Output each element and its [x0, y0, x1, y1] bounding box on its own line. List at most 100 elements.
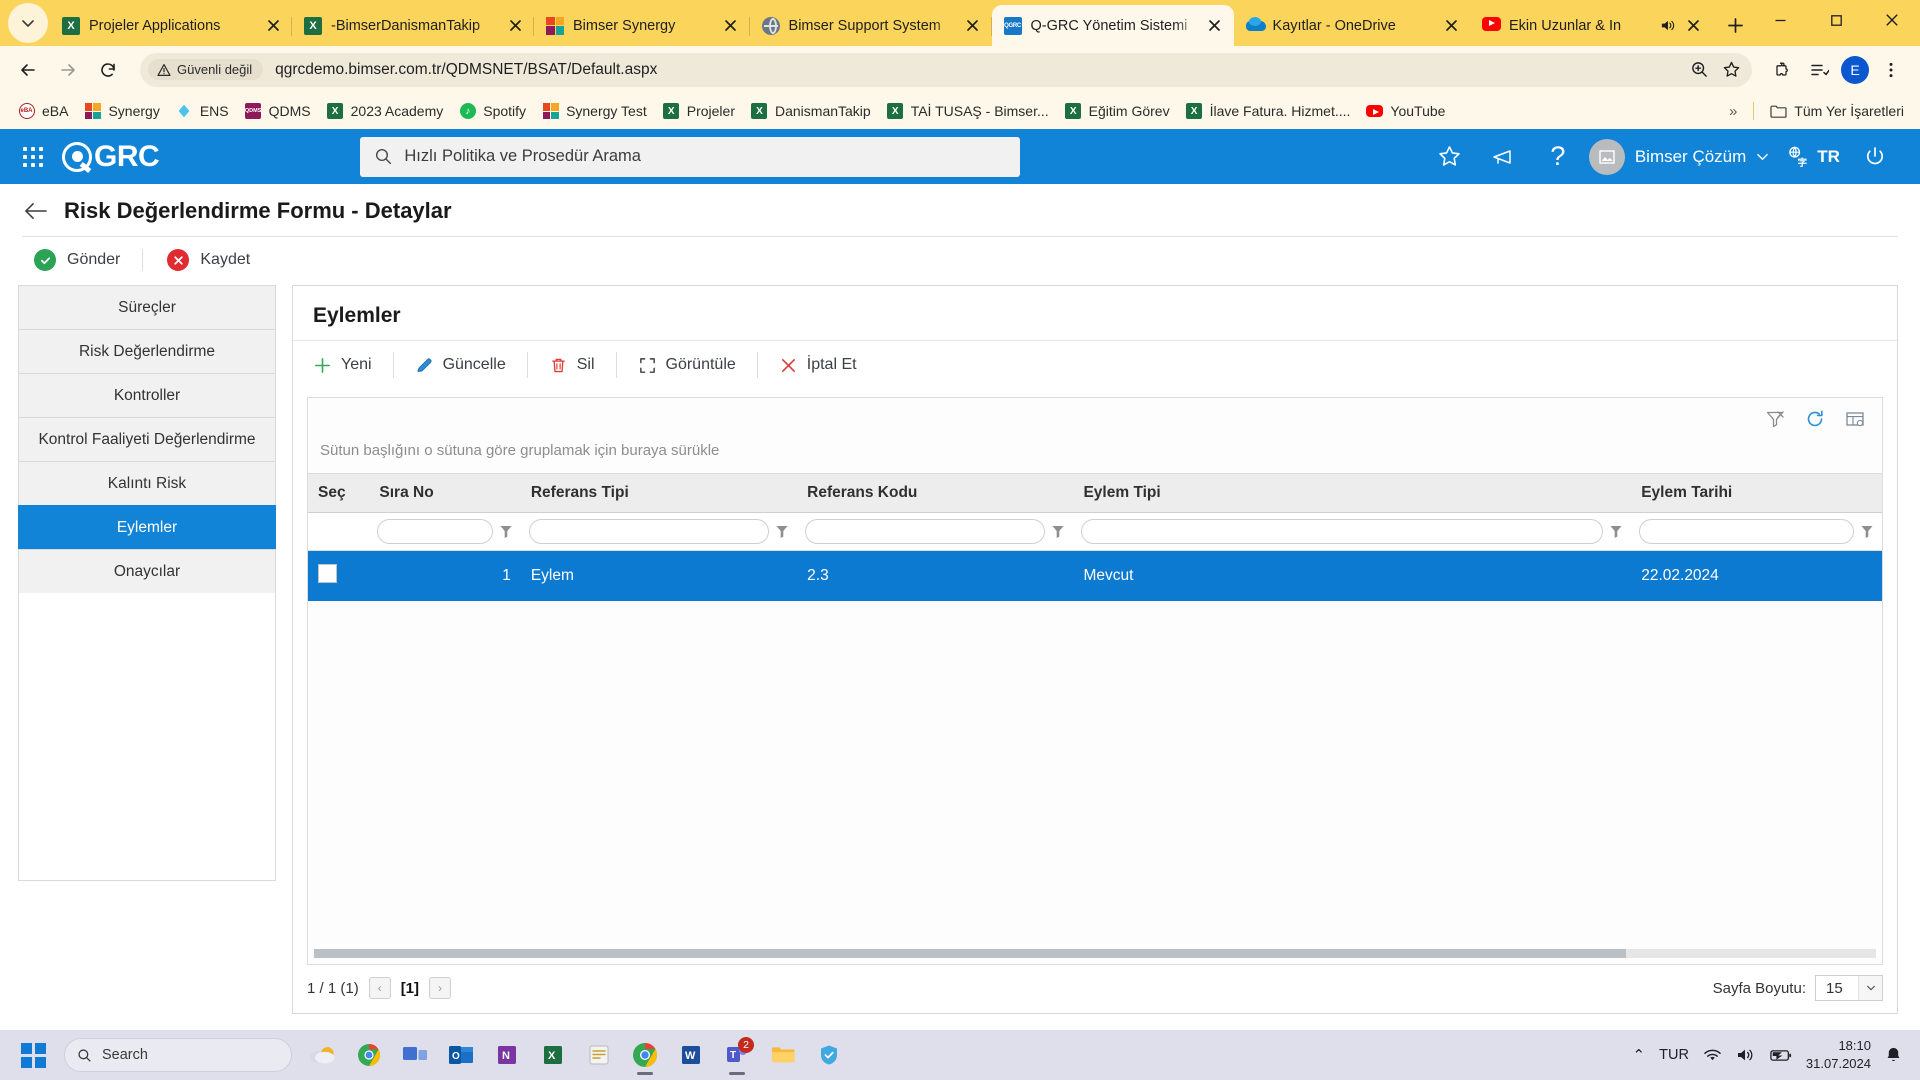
onenote-icon[interactable]: N [484, 1033, 530, 1077]
quick-search-input[interactable]: Hızlı Politika ve Prosedür Arama [360, 136, 1021, 177]
submit-button[interactable]: Gönder [34, 249, 142, 271]
sticky-notes-icon[interactable] [576, 1033, 622, 1077]
address-bar[interactable]: Güvenli değil qgrcdemo.bimser.com.tr/QDM… [140, 52, 1752, 87]
column-header-referans-tipi[interactable]: Referans Tipi [520, 473, 798, 513]
column-header-sira-no[interactable]: Sıra No [369, 473, 521, 513]
current-page-indicator[interactable]: [1] [401, 980, 419, 997]
tab-search-button[interactable] [8, 3, 48, 43]
all-bookmarks-button[interactable]: Tüm Yer İşaretleri [1762, 99, 1912, 124]
window-minimize-button[interactable] [1752, 0, 1808, 40]
tab-close-button[interactable] [720, 15, 742, 37]
filter-icon[interactable] [1860, 524, 1874, 540]
tab-close-button[interactable] [1440, 15, 1462, 37]
bookmark-ilave-fatura[interactable]: X İlave Fatura. Hizmet.... [1178, 99, 1359, 124]
filter-input-sira-no[interactable] [377, 519, 493, 544]
language-selector[interactable]: 字 TR [1779, 145, 1848, 168]
next-page-button[interactable]: › [429, 977, 452, 999]
logout-button[interactable] [1848, 137, 1902, 177]
filter-input-referans-kodu[interactable] [805, 519, 1046, 544]
column-chooser-icon[interactable] [1844, 408, 1866, 430]
save-button[interactable]: Kaydet [142, 249, 272, 271]
tab-close-button[interactable] [1682, 15, 1704, 37]
group-panel-hint[interactable]: Sütun başlığını o sütuna göre gruplamak … [308, 432, 1882, 473]
help-button[interactable]: ? [1531, 137, 1585, 177]
browser-tab-5[interactable]: Kayıtlar - OneDrive [1234, 5, 1470, 46]
nav-item-risk-degerlendirme[interactable]: Risk Değerlendirme [18, 329, 276, 373]
bookmark-star-icon[interactable] [1716, 55, 1746, 85]
task-view-icon[interactable] [392, 1033, 438, 1077]
nav-item-surecler[interactable]: Süreçler [18, 285, 276, 329]
profile-button[interactable]: E [1838, 53, 1872, 87]
window-close-button[interactable] [1864, 0, 1920, 40]
nav-item-kalinti-risk[interactable]: Kalıntı Risk [18, 461, 276, 505]
tab-close-button[interactable] [262, 15, 284, 37]
nav-item-kontrol-faaliyeti-degerlendirme[interactable]: Kontrol Faaliyeti Değerlendirme [18, 417, 276, 461]
row-select-cell[interactable] [308, 550, 370, 601]
chevron-down-icon[interactable] [1858, 976, 1882, 1000]
extensions-button[interactable] [1766, 53, 1800, 87]
filter-icon[interactable] [1051, 524, 1065, 540]
bookmark-youtube[interactable]: YouTube [1358, 99, 1453, 124]
nav-item-eylemler[interactable]: Eylemler [18, 505, 276, 549]
bookmark-projeler[interactable]: X Projeler [655, 99, 743, 124]
bookmark-egitim-gorev[interactable]: X Eğitim Görev [1057, 99, 1178, 124]
chrome-icon[interactable] [622, 1033, 668, 1077]
column-header-referans-kodu[interactable]: Referans Kodu [797, 473, 1074, 513]
chrome-menu-button[interactable] [1874, 53, 1908, 87]
bookmark-eba[interactable]: eBA eBA [10, 99, 76, 124]
outlook-icon[interactable]: O [438, 1033, 484, 1077]
zoom-icon[interactable] [1684, 55, 1714, 85]
refresh-icon[interactable] [1804, 408, 1826, 430]
browser-tab-3[interactable]: Bimser Support System [750, 5, 992, 46]
bookmark-tai-tusas[interactable]: X TAİ TUSAŞ - Bimser... [879, 99, 1057, 124]
taskbar-search-input[interactable]: Search [64, 1038, 292, 1072]
excel-icon[interactable]: X [530, 1033, 576, 1077]
clear-filter-icon[interactable] [1764, 408, 1786, 430]
wifi-icon[interactable] [1703, 1047, 1722, 1063]
qgrc-logo[interactable]: GRC [62, 140, 160, 174]
bookmark-synergy-test[interactable]: Synergy Test [534, 99, 655, 124]
filter-input-eylem-tipi[interactable] [1081, 519, 1604, 544]
bookmark-spotify[interactable]: ♪ Spotify [451, 99, 534, 124]
view-button[interactable]: Görüntüle [615, 352, 757, 378]
reading-list-button[interactable] [1802, 53, 1836, 87]
nav-item-onaycilar[interactable]: Onaycılar [18, 549, 276, 593]
new-button[interactable]: Yeni [313, 352, 393, 378]
tab-close-button[interactable] [504, 15, 526, 37]
forward-button[interactable] [52, 54, 84, 86]
file-explorer-icon[interactable] [760, 1033, 806, 1077]
browser-tab-0[interactable]: X Projeler Applications [50, 5, 292, 46]
favorites-button[interactable] [1423, 137, 1477, 177]
teams-icon[interactable]: T 2 [714, 1033, 760, 1077]
start-button[interactable] [12, 1034, 54, 1076]
browser-tab-6[interactable]: Ekin Uzunlar & In [1470, 5, 1712, 46]
word-icon[interactable]: W [668, 1033, 714, 1077]
row-checkbox[interactable] [318, 564, 337, 583]
security-icon[interactable] [806, 1033, 852, 1077]
taskbar-clock[interactable]: 18:10 31.07.2024 [1806, 1037, 1871, 1072]
chrome-beta-icon[interactable] [346, 1033, 392, 1077]
table-row[interactable]: 1 Eylem 2.3 Mevcut 22.02.2024 [308, 550, 1882, 601]
browser-tab-1[interactable]: X -BimserDanismanTakip [292, 5, 534, 46]
widgets-weather-icon[interactable] [300, 1033, 346, 1077]
reload-button[interactable] [92, 54, 124, 86]
filter-icon[interactable] [775, 524, 789, 540]
notifications-bell-icon[interactable] [1885, 1046, 1902, 1064]
filter-icon[interactable] [1609, 524, 1623, 540]
page-size-select[interactable]: 15 [1815, 975, 1883, 1001]
prev-page-button[interactable]: ‹ [368, 977, 391, 999]
bookmark-synergy[interactable]: Synergy [76, 99, 167, 124]
scrollbar-thumb[interactable] [314, 949, 1627, 958]
back-navigation-button[interactable] [22, 198, 48, 224]
nav-item-kontroller[interactable]: Kontroller [18, 373, 276, 417]
column-header-eylem-tarihi[interactable]: Eylem Tarihi [1631, 473, 1882, 513]
app-launcher-icon[interactable] [18, 142, 48, 172]
column-header-sec[interactable]: Seç [308, 473, 370, 513]
update-button[interactable]: Güncelle [392, 352, 527, 378]
bookmark-danismantakip[interactable]: X DanismanTakip [743, 99, 879, 124]
tray-language-indicator[interactable]: TUR [1659, 1047, 1689, 1063]
bookmark-ens[interactable]: ENS [168, 99, 237, 124]
tray-expand-chevron-icon[interactable]: ⌃ [1633, 1046, 1646, 1064]
not-secure-badge[interactable]: Güvenli değil [148, 59, 264, 80]
window-maximize-button[interactable] [1808, 0, 1864, 40]
